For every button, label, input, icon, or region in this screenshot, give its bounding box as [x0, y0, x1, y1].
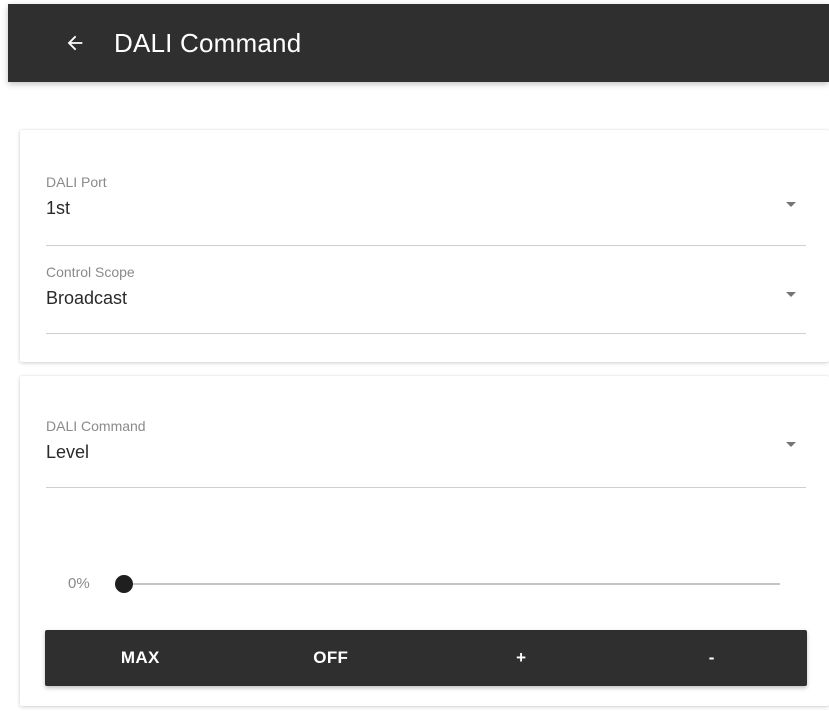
dali-port-select[interactable]: DALI Port 1st [46, 174, 806, 246]
dali-port-label: DALI Port [46, 174, 107, 190]
page-title: DALI Command [114, 27, 302, 58]
command-button-bar: MAX OFF + - [45, 630, 807, 686]
increase-button[interactable]: + [426, 630, 617, 686]
dali-command-label: DALI Command [46, 418, 146, 434]
dropdown-caret-icon [786, 292, 796, 297]
control-scope-value: Broadcast [46, 288, 128, 308]
dali-command-select[interactable]: DALI Command Level [46, 418, 806, 488]
dropdown-caret-icon [786, 202, 796, 207]
back-button[interactable] [60, 28, 90, 58]
port-scope-card: DALI Port 1st Control Scope Broadcast [20, 130, 829, 362]
dali-port-value: 1st [46, 198, 71, 218]
level-slider[interactable] [115, 575, 780, 593]
max-button[interactable]: MAX [45, 630, 236, 686]
control-scope-label: Control Scope [46, 264, 135, 280]
level-value-label: 0% [68, 575, 90, 592]
level-slider-thumb[interactable] [115, 575, 133, 593]
control-scope-select[interactable]: Control Scope Broadcast [46, 264, 806, 334]
off-button[interactable]: OFF [236, 630, 427, 686]
command-card: DALI Command Level 0% MAX OFF + - [20, 376, 829, 706]
arrow-left-icon [67, 35, 83, 51]
app-bar: DALI Command [8, 4, 829, 82]
decrease-button[interactable]: - [617, 630, 808, 686]
dropdown-caret-icon [786, 442, 796, 447]
level-slider-row: 0% [68, 572, 788, 596]
dali-command-value: Level [46, 442, 90, 462]
